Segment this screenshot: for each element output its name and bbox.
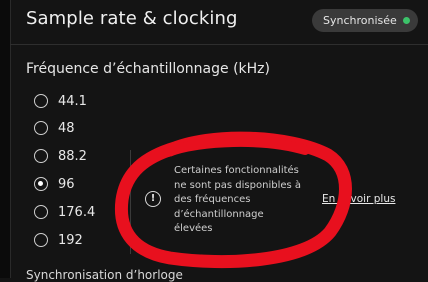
radio-label: 96 [58, 176, 75, 192]
radio-label: 44.1 [58, 93, 87, 109]
radio-192[interactable]: 192 [34, 230, 83, 250]
radio-button-icon[interactable] [34, 149, 48, 163]
radio-88-2[interactable]: 88.2 [34, 146, 87, 166]
radio-label: 88.2 [58, 148, 87, 164]
info-message-line: ne sont pas disponibles à [174, 179, 302, 191]
left-panel-edge [0, 0, 11, 278]
sync-status-badge: Synchronisée [312, 9, 418, 32]
radio-176-4[interactable]: 176.4 [34, 202, 95, 222]
learn-more-link[interactable]: En savoir plus [322, 193, 395, 205]
radio-label: 176.4 [58, 204, 96, 220]
sync-status-text: Synchronisée [323, 14, 397, 27]
info-message-line: des fréquences [174, 194, 251, 205]
radio-button-icon[interactable] [34, 121, 48, 135]
radio-label: 48 [58, 120, 75, 136]
sample-rate-section-title: Fréquence d’échantillonnage (kHz) [26, 61, 270, 77]
info-icon: ! [145, 191, 161, 207]
radio-button-icon[interactable] [34, 233, 48, 247]
clock-sync-section-title: Synchronisation d’horloge [26, 268, 183, 282]
radio-44-1[interactable]: 44.1 [34, 91, 87, 111]
radio-button-checked-icon[interactable] [34, 177, 48, 191]
header-divider [10, 44, 428, 45]
radio-button-icon[interactable] [34, 205, 48, 219]
radio-label: 192 [58, 232, 83, 248]
radio-48[interactable]: 48 [34, 118, 75, 138]
info-message-line: Certaines fonctionnalités [174, 165, 299, 176]
radio-96[interactable]: 96 [34, 174, 75, 194]
info-message-line: d’échantillonnage [174, 208, 264, 220]
info-message: Certaines fonctionnalités ne sont pas di… [174, 164, 319, 237]
info-separator [130, 150, 131, 254]
info-message-line: élevées [174, 223, 213, 234]
radio-button-icon[interactable] [34, 94, 48, 108]
page-title: Sample rate & clocking [26, 8, 238, 29]
status-dot-icon [403, 17, 410, 24]
